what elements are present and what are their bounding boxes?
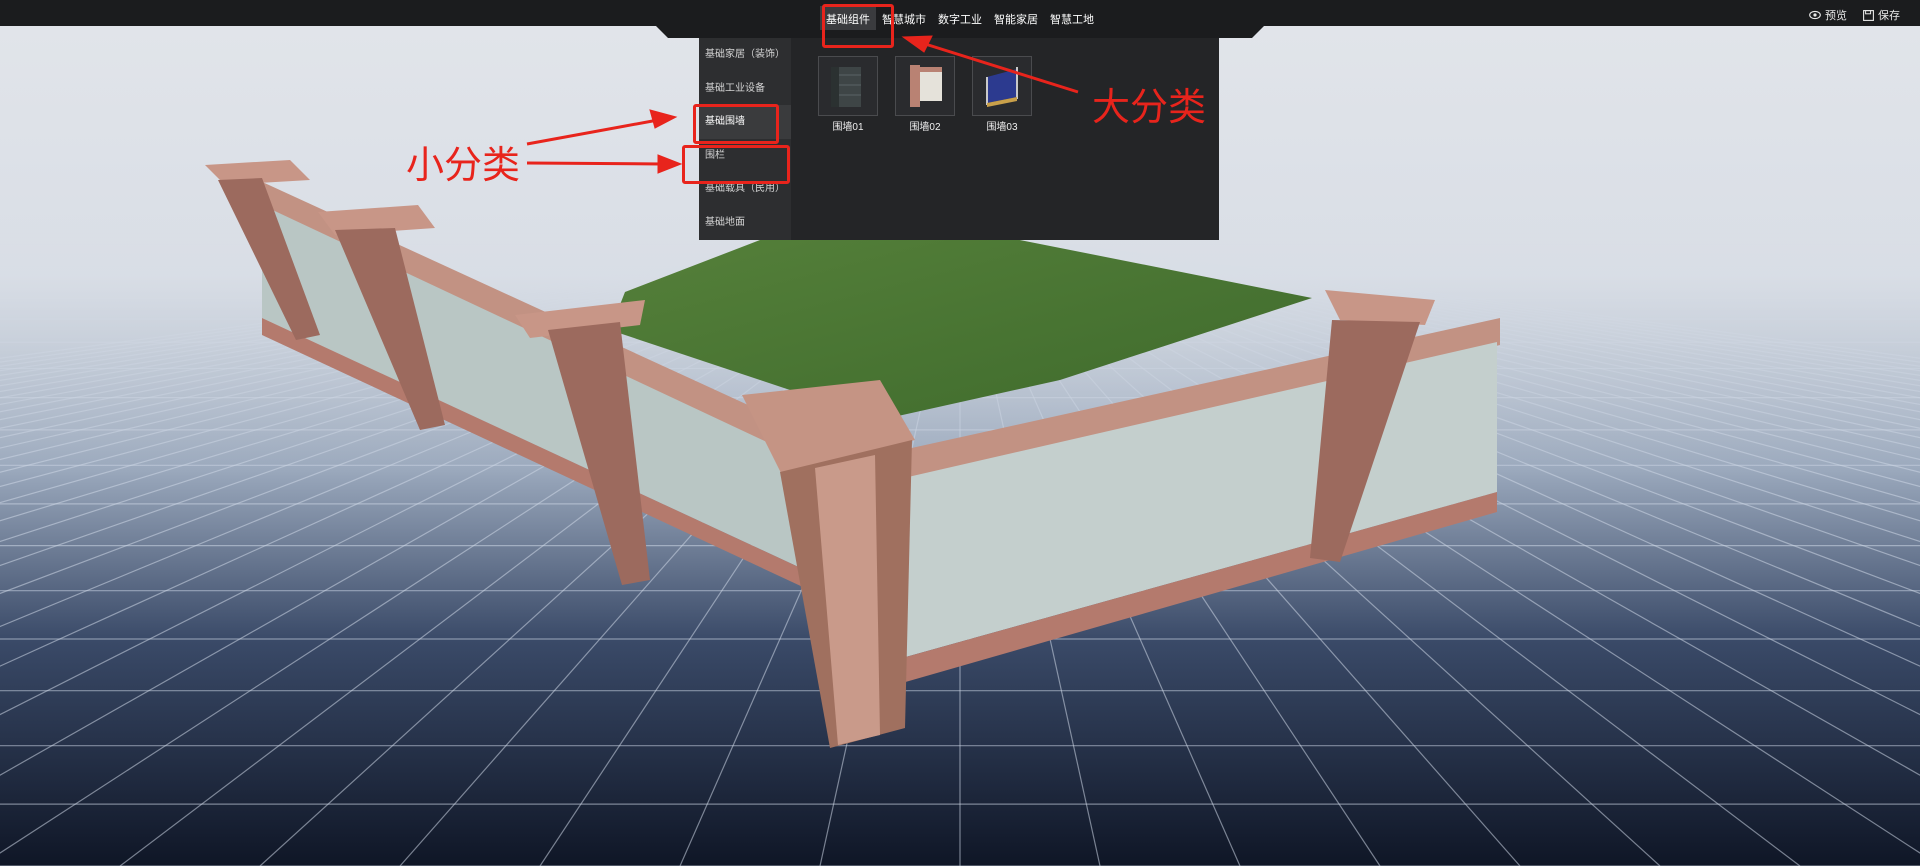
component-card[interactable]: 围墙01 bbox=[818, 56, 878, 133]
component-card[interactable]: 围墙02 bbox=[895, 56, 955, 133]
save-button[interactable]: 保存 bbox=[1863, 7, 1900, 23]
nav-tab-smart-home[interactable]: 智能家居 bbox=[988, 6, 1044, 30]
component-card[interactable]: 围墙03 bbox=[972, 56, 1032, 133]
subcategory-basic-ground[interactable]: 基础地面 bbox=[699, 206, 791, 240]
save-label: 保存 bbox=[1878, 10, 1900, 22]
annotation-box-major bbox=[822, 4, 894, 48]
save-icon bbox=[1863, 9, 1874, 21]
wall-01-thumbnail bbox=[818, 56, 878, 116]
preview-button[interactable]: 预览 bbox=[1809, 7, 1847, 23]
preview-label: 预览 bbox=[1825, 10, 1847, 22]
wall-03-thumbnail bbox=[972, 56, 1032, 116]
subcategory-basic-industrial[interactable]: 基础工业设备 bbox=[699, 72, 791, 106]
toolbar-actions: 预览 保存 bbox=[1809, 7, 1900, 23]
annotation-label-major: 大分类 bbox=[1092, 85, 1207, 129]
annotation-label-minor: 小分类 bbox=[406, 143, 521, 187]
annotation-box-minor-wall bbox=[693, 104, 779, 144]
component-label: 围墙02 bbox=[909, 122, 941, 133]
subcategory-basic-furniture[interactable]: 基础家居（装饰） bbox=[699, 38, 791, 72]
nav-tab-digital-industry[interactable]: 数字工业 bbox=[932, 6, 988, 30]
component-grid: 围墙01 围墙02 围墙03 bbox=[818, 56, 1032, 133]
wall-02-thumbnail bbox=[895, 56, 955, 116]
component-label: 围墙01 bbox=[832, 122, 864, 133]
eye-icon bbox=[1809, 10, 1821, 20]
annotation-box-minor-fence bbox=[682, 145, 790, 184]
nav-tab-smart-construction[interactable]: 智慧工地 bbox=[1044, 6, 1100, 30]
component-label: 围墙03 bbox=[986, 122, 1018, 133]
